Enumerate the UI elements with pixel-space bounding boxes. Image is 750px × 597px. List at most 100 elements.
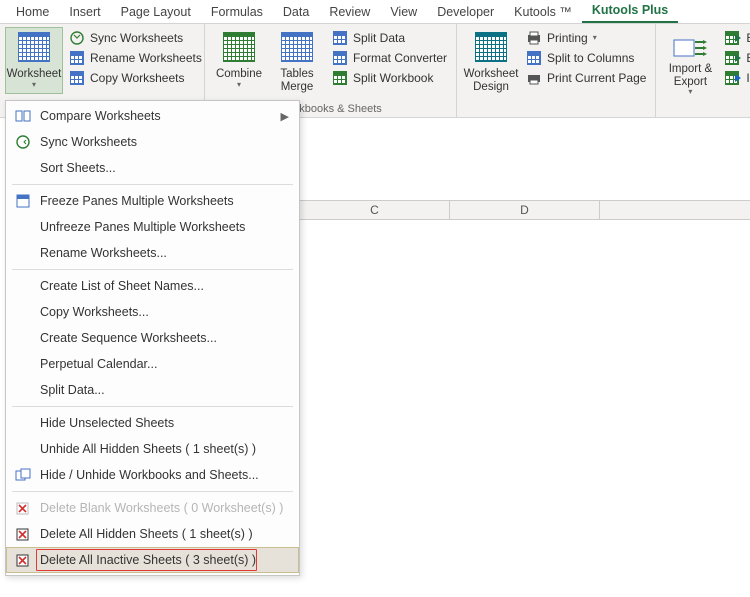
- label: Split Data: [353, 31, 405, 45]
- menu-item-compare-worksheets[interactable]: Compare Worksheets▶: [6, 103, 299, 129]
- blank-icon: [14, 219, 32, 235]
- export-icon: [725, 50, 741, 66]
- blank-icon: [14, 330, 32, 346]
- menu-item-sort-sheets[interactable]: Sort Sheets...: [6, 155, 299, 181]
- export-icon: [725, 30, 741, 46]
- compare-icon: [14, 108, 32, 124]
- tab-page-layout[interactable]: Page Layout: [111, 1, 201, 23]
- label: Split to Columns: [547, 51, 634, 65]
- menu-item-copy-worksheets[interactable]: Copy Worksheets...: [6, 299, 299, 325]
- format-converter-button[interactable]: Format Converter: [328, 49, 451, 67]
- chevron-down-icon: ▾: [237, 80, 241, 89]
- freeze-icon: [14, 193, 32, 209]
- split-workbook-button[interactable]: Split Workbook: [328, 69, 451, 87]
- menu-item-delete-blank-worksheets-worksheet-s: Delete Blank Worksheets ( 0 Worksheet(s)…: [6, 495, 299, 521]
- blank-icon: [14, 304, 32, 320]
- tables-merge-button[interactable]: Tables Merge: [268, 27, 326, 98]
- menu-item-label: Delete Blank Worksheets ( 0 Worksheet(s)…: [40, 501, 283, 515]
- blank-icon: [14, 441, 32, 457]
- label: Format Converter: [353, 51, 447, 65]
- combine-icon: [223, 32, 255, 65]
- rename-worksheets-button[interactable]: Rename Worksheets: [65, 49, 206, 67]
- menu-item-hide-unselected-sheets[interactable]: Hide Unselected Sheets: [6, 410, 299, 436]
- menu-separator: [12, 491, 293, 492]
- sync-icon: [14, 134, 32, 150]
- printing-button[interactable]: Printing ▾: [522, 29, 650, 47]
- combine-button[interactable]: Combine ▾: [210, 27, 268, 98]
- menu-item-label: Copy Worksheets...: [40, 305, 149, 319]
- worksheet-button[interactable]: Worksheet ▾: [5, 27, 63, 94]
- split-data-button[interactable]: Split Data: [328, 29, 451, 47]
- tab-insert[interactable]: Insert: [59, 1, 110, 23]
- menu-item-label: Hide Unselected Sheets: [40, 416, 174, 430]
- printing-icon: [526, 30, 542, 46]
- import-export-icon: [673, 32, 707, 60]
- print-current-page-button[interactable]: Print Current Page: [522, 69, 650, 87]
- menu-item-unhide-all-hidden-sheets-sheet-s[interactable]: Unhide All Hidden Sheets ( 1 sheet(s) ): [6, 436, 299, 462]
- rename-icon: [69, 50, 85, 66]
- menu-item-label: Rename Worksheets...: [40, 246, 167, 260]
- tab-review[interactable]: Review: [319, 1, 380, 23]
- chevron-down-icon: ▾: [593, 33, 597, 42]
- label: Import & Export: [664, 63, 716, 88]
- label: Print Current Page: [547, 71, 646, 85]
- worksheet-icon: [18, 32, 50, 65]
- copy-icon: [69, 70, 85, 86]
- label: Split Workbook: [353, 71, 433, 85]
- menu-item-unfreeze-panes-multiple-worksheets[interactable]: Unfreeze Panes Multiple Worksheets: [6, 214, 299, 240]
- column-headers: CD: [300, 200, 750, 220]
- tab-developer[interactable]: Developer: [427, 1, 504, 23]
- label: Export C: [746, 51, 750, 65]
- menu-item-rename-worksheets[interactable]: Rename Worksheets...: [6, 240, 299, 266]
- label: Copy Worksheets: [90, 71, 184, 85]
- delete-icon: [14, 500, 32, 516]
- sync-icon: [69, 30, 85, 46]
- menu-item-label: Create Sequence Worksheets...: [40, 331, 217, 345]
- menu-item-create-list-of-sheet-names[interactable]: Create List of Sheet Names...: [6, 273, 299, 299]
- import-icon: [725, 70, 741, 86]
- export-c-button[interactable]: Export C: [721, 49, 750, 67]
- menu-item-hide-unhide-workbooks-and-sheets[interactable]: Hide / Unhide Workbooks and Sheets...: [6, 462, 299, 488]
- menu-item-sync-worksheets[interactable]: Sync Worksheets: [6, 129, 299, 155]
- import-export-button[interactable]: Import & Export ▾: [661, 27, 719, 101]
- menu-item-label: Compare Worksheets: [40, 109, 161, 123]
- menu-item-freeze-panes-multiple-worksheets[interactable]: Freeze Panes Multiple Worksheets: [6, 188, 299, 214]
- tab-view[interactable]: View: [380, 1, 427, 23]
- menu-separator: [12, 406, 293, 407]
- tab-formulas[interactable]: Formulas: [201, 1, 273, 23]
- format-converter-icon: [332, 50, 348, 66]
- tab-kutools-[interactable]: Kutools ™: [504, 1, 582, 23]
- menu-item-label: Delete All Hidden Sheets ( 1 sheet(s) ): [40, 527, 253, 541]
- split-workbook-icon: [332, 70, 348, 86]
- label: Import F: [746, 71, 750, 85]
- export-r-button[interactable]: Export R: [721, 29, 750, 47]
- menu-item-label: Freeze Panes Multiple Worksheets: [40, 194, 234, 208]
- menu-item-label: Sync Worksheets: [40, 135, 137, 149]
- tab-home[interactable]: Home: [6, 1, 59, 23]
- menu-item-delete-all-hidden-sheets-sheet-s[interactable]: Delete All Hidden Sheets ( 1 sheet(s) ): [6, 521, 299, 547]
- delete-icon: [14, 526, 32, 542]
- column-header-d[interactable]: D: [450, 201, 600, 219]
- copy-worksheets-button[interactable]: Copy Worksheets: [65, 69, 206, 87]
- menu-item-label: Perpetual Calendar...: [40, 357, 157, 371]
- blank-icon: [14, 245, 32, 261]
- hide-icon: [14, 467, 32, 483]
- menu-item-split-data[interactable]: Split Data...: [6, 377, 299, 403]
- group-label: [462, 102, 650, 115]
- split-to-columns-button[interactable]: Split to Columns: [522, 49, 650, 67]
- tab-kutools-plus[interactable]: Kutools Plus: [582, 0, 678, 23]
- menu-item-perpetual-calendar[interactable]: Perpetual Calendar...: [6, 351, 299, 377]
- menu-separator: [12, 184, 293, 185]
- label: Sync Worksheets: [90, 31, 183, 45]
- menu-item-delete-all-inactive-sheets-sheet-s[interactable]: Delete All Inactive Sheets ( 3 sheet(s) …: [6, 547, 299, 573]
- import-f-button[interactable]: Import F: [721, 69, 750, 87]
- label: Printing: [547, 31, 588, 45]
- label: Tables Merge: [271, 68, 323, 93]
- worksheet-design-button[interactable]: Worksheet Design: [462, 27, 520, 98]
- blank-icon: [14, 278, 32, 294]
- menu-item-create-sequence-worksheets[interactable]: Create Sequence Worksheets...: [6, 325, 299, 351]
- tab-data[interactable]: Data: [273, 1, 319, 23]
- print-icon: [526, 70, 542, 86]
- sync-worksheets-button[interactable]: Sync Worksheets: [65, 29, 206, 47]
- column-header-c[interactable]: C: [300, 201, 450, 219]
